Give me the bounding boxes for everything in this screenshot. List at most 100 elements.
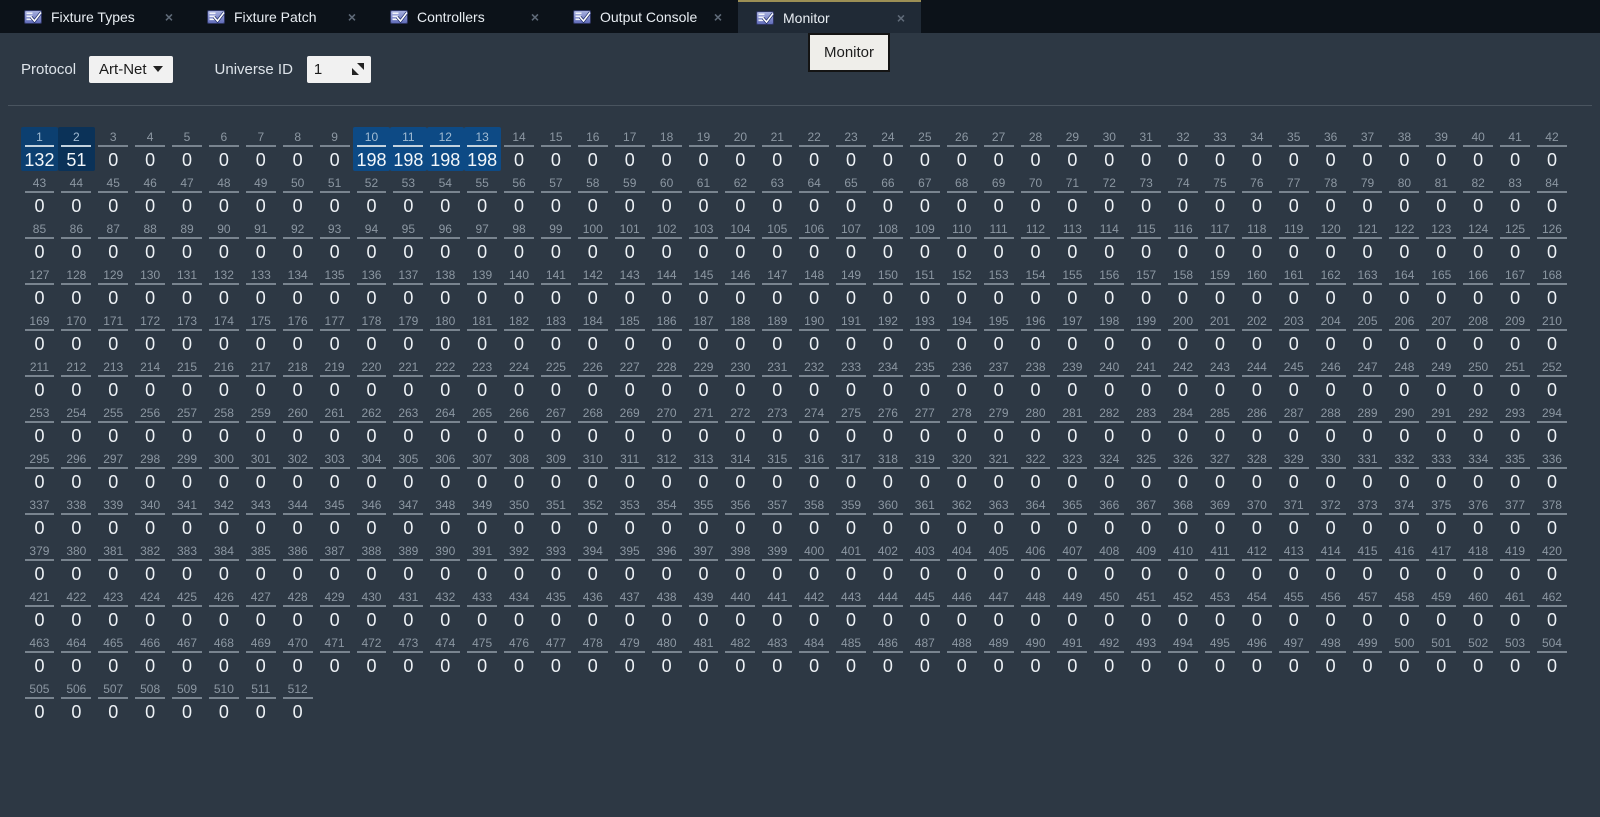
dmx-channel-cell: 416 0 [1386,541,1423,585]
dmx-channel-cell: 387 0 [316,541,353,585]
dmx-channel-number: 154 [1020,268,1051,285]
dmx-channel-value: 0 [1362,426,1373,446]
tab-controllers[interactable]: Controllers × [372,0,555,33]
dmx-channel-number: 49 [245,176,276,193]
dmx-channel-cell: 147 0 [759,265,796,309]
dmx-channel-number: 169 [24,314,55,331]
dmx-channel-cell: 271 0 [685,403,722,447]
dmx-channel-cell: 65 0 [833,173,870,217]
dmx-channel-value: 0 [477,196,488,216]
dmx-channel-number: 67 [909,176,940,193]
dmx-channel-number: 455 [1278,590,1309,607]
dmx-channel-cell: 129 0 [95,265,132,309]
dmx-channel-number: 491 [1057,636,1088,653]
tab-close-icon[interactable]: × [527,8,543,26]
dmx-channel-number: 484 [799,636,830,653]
dmx-channel-number: 10 [356,130,387,147]
dmx-channel-cell: 336 0 [1534,449,1571,493]
dmx-channel-cell: 233 0 [833,357,870,401]
tab-fixture-types[interactable]: Fixture Types × [6,0,189,33]
dmx-channel-value: 0 [550,610,561,630]
dmx-channel-cell: 465 0 [95,633,132,677]
dmx-channel-number: 177 [319,314,350,331]
dmx-channel-number: 477 [540,636,571,653]
tab-close-icon[interactable]: × [710,8,726,26]
dmx-channel-value: 0 [366,288,377,308]
dmx-channel-number: 405 [983,544,1014,561]
dmx-channel-number: 308 [504,452,534,469]
dmx-channel-cell: 250 0 [1460,357,1497,401]
dmx-channel-number: 35 [1278,130,1309,147]
dmx-channel-number: 199 [1131,314,1162,331]
dmx-channel-cell: 337 0 [21,495,58,539]
dmx-channel-number: 11 [393,130,424,147]
dmx-channel-cell: 30 [95,127,132,171]
dmx-channel-value: 0 [919,380,930,400]
dmx-channel-cell: 313 0 [685,449,722,493]
dmx-channel-value: 0 [919,150,930,170]
universe-id-spinbox[interactable]: 1 [306,55,371,83]
dmx-channel-number: 311 [614,452,645,469]
dmx-channel-cell: 90 [316,127,353,171]
dmx-channel-cell: 308 0 [501,449,538,493]
document-check-icon [390,10,408,24]
document-check-icon [207,10,225,24]
dmx-channel-value: 0 [661,564,672,584]
dmx-grid-row: 127 0 128 0 129 0 130 0 131 0 132 0 133 0 134 0 135 0 136 0… [21,265,1570,311]
dmx-channel-number: 246 [1315,360,1346,377]
dmx-channel-cell: 272 0 [722,403,759,447]
dmx-channel-number: 505 [24,682,55,699]
dmx-channel-value: 0 [587,242,598,262]
dmx-channel-number: 303 [319,452,350,469]
dmx-channel-cell: 218 0 [279,357,316,401]
tab-close-icon[interactable]: × [344,8,360,26]
tab-close-icon[interactable]: × [161,8,177,26]
tab-close-icon[interactable]: × [893,9,909,27]
dmx-channel-cell: 33 0 [1202,127,1239,171]
dmx-grid-row: 379 0 380 0 381 0 382 0 383 0 384 0 385 0 386 0 387 0 388 0… [21,541,1570,587]
dmx-channel-value: 0 [1141,656,1152,676]
dmx-channel-value: 0 [1251,564,1262,584]
dmx-channel-cell: 356 0 [722,495,759,539]
dmx-channel-number: 319 [909,452,940,469]
dmx-channel-cell: 56 0 [501,173,538,217]
dmx-channel-value: 0 [1104,150,1115,170]
dmx-channel-value: 0 [1362,610,1373,630]
dmx-channel-value: 0 [440,610,451,630]
dmx-channel-value: 0 [1288,518,1299,538]
tab-monitor[interactable]: Monitor × [738,0,921,33]
dmx-channel-number: 188 [725,314,756,331]
dmx-channel-value: 0 [255,656,266,676]
dmx-channel-cell: 208 0 [1460,311,1497,355]
dmx-channel-cell: 70 [242,127,279,171]
tab-fixture-patch[interactable]: Fixture Patch × [189,0,372,33]
dmx-channel-value: 0 [1362,242,1373,262]
protocol-dropdown[interactable]: Art-Net [89,55,173,83]
dmx-channel-cell: 124 0 [1460,219,1497,263]
dmx-channel-value: 0 [1436,334,1447,354]
dmx-channel-value: 0 [1546,656,1557,676]
dmx-channel-value: 0 [182,196,193,216]
dmx-channel-cell: 399 0 [759,541,796,585]
dmx-channel-cell: 224 0 [501,357,538,401]
dmx-channel-number: 446 [946,590,977,607]
dmx-channel-value: 0 [292,150,303,170]
dmx-channel-value: 0 [255,564,266,584]
dmx-channel-value: 0 [809,242,820,262]
dmx-channel-cell: 216 0 [205,357,242,401]
dmx-channel-value: 0 [1325,334,1336,354]
dmx-channel-number: 448 [1020,590,1051,607]
dmx-channel-value: 0 [1399,426,1410,446]
dmx-channel-number: 52 [356,176,387,193]
dmx-channel-cell: 165 0 [1423,265,1460,309]
dmx-channel-number: 90 [208,222,239,239]
dmx-channel-value: 0 [1104,242,1115,262]
dmx-channel-number: 409 [1131,544,1162,561]
dmx-channel-value: 0 [772,334,783,354]
dmx-channel-value: 0 [1067,472,1078,492]
dmx-channel-cell: 507 0 [95,679,132,723]
dmx-channel-cell: 487 0 [906,633,943,677]
tab-output-console[interactable]: Output Console × [555,0,738,33]
dmx-channel-number: 440 [725,590,756,607]
dmx-channel-value: 0 [1288,150,1299,170]
